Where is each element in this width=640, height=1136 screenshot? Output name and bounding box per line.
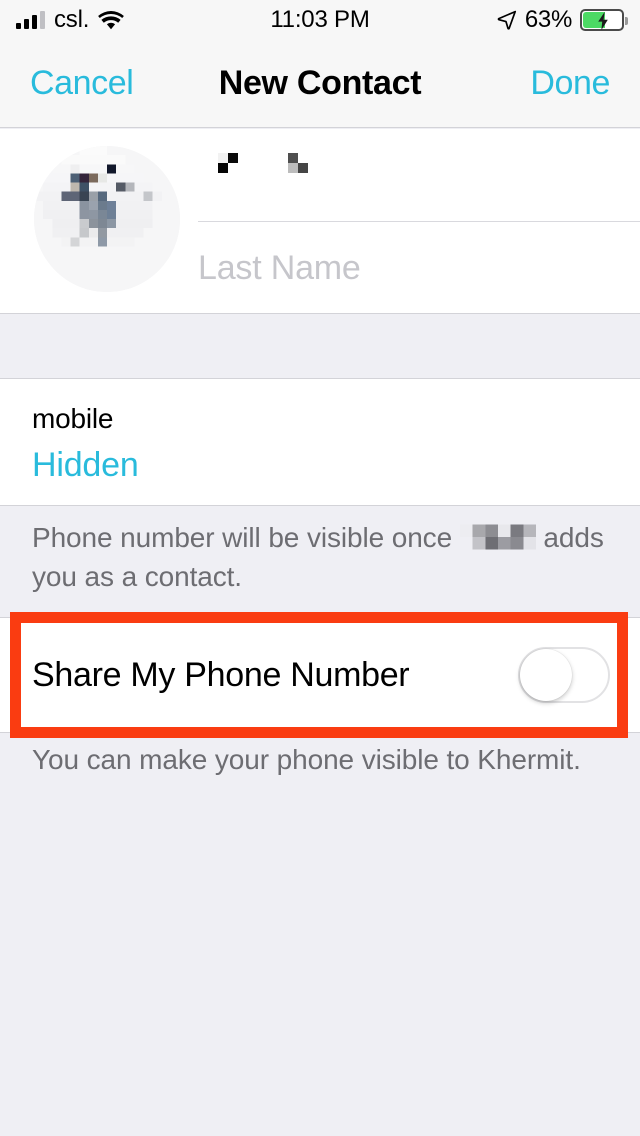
last-name-placeholder: Last Name	[198, 248, 361, 287]
share-my-phone-number-label: Share My Phone Number	[32, 655, 410, 694]
phone-visibility-note: Phone number will be visible once adds y…	[0, 505, 640, 612]
status-bar-left: csl.	[16, 6, 125, 33]
contacts-new-contact-screen: csl. 11:03 PM 63% Cancel New Contact Don…	[0, 0, 640, 1136]
share-phone-footer-note: You can make your phone visible to Kherm…	[0, 733, 640, 793]
cancel-button[interactable]: Cancel	[30, 64, 134, 103]
phone-number-row[interactable]: mobile Hidden	[0, 379, 640, 505]
contact-name-redacted	[459, 523, 536, 559]
last-name-field[interactable]: Last Name	[198, 222, 640, 314]
status-bar: csl. 11:03 PM 63%	[0, 0, 640, 40]
contact-photo-avatar[interactable]	[34, 146, 180, 292]
battery-charging-icon	[580, 9, 628, 31]
section-separator-gap	[0, 313, 640, 379]
share-my-phone-number-toggle[interactable]	[518, 647, 610, 703]
first-name-field[interactable]	[198, 129, 640, 222]
name-fields-group: Last Name	[198, 129, 640, 313]
toggle-knob	[520, 649, 572, 701]
avatar-pixelated-image	[34, 146, 180, 292]
navigation-bar: Cancel New Contact Done	[0, 40, 640, 128]
location-arrow-icon	[497, 10, 516, 30]
phone-label: mobile	[32, 403, 114, 434]
contact-name-card: Last Name	[0, 129, 640, 313]
wifi-icon	[98, 10, 125, 29]
redaction-blocks-icon	[459, 524, 536, 550]
phone-value[interactable]: Hidden	[32, 443, 640, 487]
phone-visibility-note-prefix: Phone number will be visible once	[32, 522, 460, 553]
share-my-phone-number-row[interactable]: Share My Phone Number	[0, 617, 640, 733]
status-bar-right: 63%	[497, 6, 628, 34]
cellular-signal-icon	[16, 11, 45, 29]
done-button[interactable]: Done	[530, 64, 610, 103]
carrier-name: csl.	[54, 6, 90, 33]
first-name-redacted-value	[198, 152, 348, 198]
redaction-blocks-icon	[198, 152, 348, 193]
battery-percentage: 63%	[524, 6, 572, 33]
